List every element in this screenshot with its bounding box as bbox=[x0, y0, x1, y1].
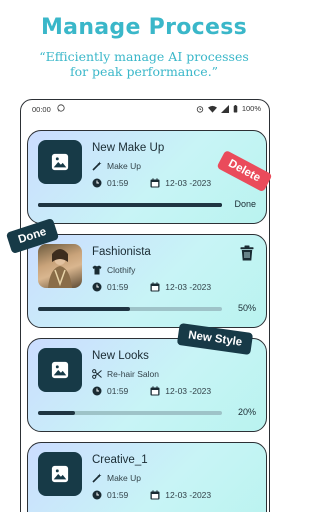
wifi-icon bbox=[207, 105, 217, 113]
magic-wand-icon bbox=[92, 161, 102, 171]
card-duration: 01:59 bbox=[107, 282, 129, 292]
image-placeholder-icon bbox=[38, 452, 82, 496]
card-date: 12-03 -2023 bbox=[165, 282, 212, 292]
progress-bar bbox=[38, 203, 222, 207]
process-card[interactable]: New Make Up Make Up 01:59 12-03 -2023 Do… bbox=[27, 130, 267, 224]
card-tool-label: Make Up bbox=[107, 161, 142, 171]
scissors-icon bbox=[92, 369, 102, 379]
card-tool: Make Up bbox=[92, 161, 141, 171]
progress-percent: 50% bbox=[237, 303, 256, 313]
card-tool: Re-hair Salon bbox=[92, 369, 159, 379]
signal-icon bbox=[220, 104, 229, 113]
card-tool-label: Clothify bbox=[107, 265, 136, 275]
clock-icon bbox=[92, 386, 102, 396]
card-duration: 01:59 bbox=[107, 386, 129, 396]
page-tagline: “Efficiently manage AI processes for pea… bbox=[39, 49, 249, 79]
progress-bar bbox=[38, 411, 222, 415]
card-title: Fashionista bbox=[92, 246, 151, 258]
calendar-icon bbox=[150, 490, 160, 500]
calendar-icon bbox=[150, 386, 160, 396]
status-bar: 00:00 100% bbox=[21, 100, 269, 120]
card-tool: Make Up bbox=[92, 473, 141, 483]
image-placeholder-icon bbox=[38, 140, 82, 184]
card-tool-label: Re-hair Salon bbox=[107, 369, 159, 379]
status-icons: 100% bbox=[196, 104, 261, 113]
battery-icon bbox=[233, 104, 238, 113]
card-meta: 01:59 12-03 -2023 bbox=[92, 282, 211, 292]
battery-level: 100% bbox=[241, 104, 261, 113]
clock-icon bbox=[92, 490, 102, 500]
trash-icon[interactable] bbox=[240, 245, 254, 261]
image-placeholder-icon bbox=[38, 348, 82, 392]
clock-icon bbox=[92, 178, 102, 188]
alarm-icon bbox=[196, 105, 204, 113]
progress-fill bbox=[38, 203, 222, 207]
card-date: 12-03 -2023 bbox=[165, 386, 212, 396]
card-title: New Looks bbox=[92, 350, 149, 362]
card-title: New Make Up bbox=[92, 142, 165, 154]
card-duration: 01:59 bbox=[107, 490, 129, 500]
card-title: Creative_1 bbox=[92, 454, 148, 466]
card-tool-label: Make Up bbox=[107, 473, 142, 483]
page-headline: Manage Process bbox=[40, 15, 247, 40]
calendar-icon bbox=[150, 282, 160, 292]
magic-wand-icon bbox=[92, 473, 102, 483]
progress-status: Done bbox=[234, 199, 256, 209]
shirt-icon bbox=[92, 265, 102, 275]
card-duration: 01:59 bbox=[107, 178, 129, 188]
calendar-icon bbox=[150, 178, 160, 188]
process-card[interactable]: Creative_1 Make Up 01:59 12-03 -2023 bbox=[27, 442, 267, 512]
progress-percent: 20% bbox=[237, 407, 256, 417]
card-date: 12-03 -2023 bbox=[165, 490, 212, 500]
card-meta: 01:59 12-03 -2023 bbox=[92, 178, 211, 188]
clock-icon bbox=[92, 282, 102, 292]
card-meta: 01:59 12-03 -2023 bbox=[92, 386, 211, 396]
whatsapp-icon bbox=[57, 104, 65, 112]
card-meta: 01:59 12-03 -2023 bbox=[92, 490, 211, 500]
card-tool: Clothify bbox=[92, 265, 135, 275]
status-time: 00:00 bbox=[32, 105, 51, 114]
progress-bar bbox=[38, 307, 222, 311]
progress-fill bbox=[38, 307, 130, 311]
progress-fill bbox=[38, 411, 75, 415]
process-card[interactable]: Fashionista Clothify 01:59 12-03 -2023 5… bbox=[27, 234, 267, 328]
card-date: 12-03 -2023 bbox=[165, 178, 212, 188]
fashion-photo-thumbnail bbox=[38, 244, 82, 288]
